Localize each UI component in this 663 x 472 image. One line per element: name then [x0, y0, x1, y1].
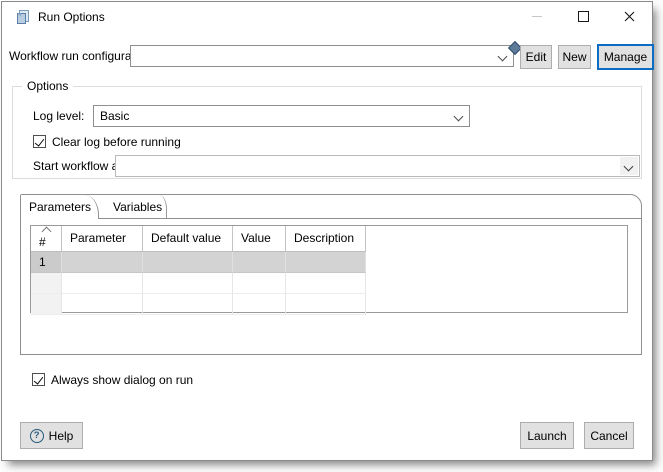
log-level-label: Log level:	[33, 109, 84, 123]
tab-variables[interactable]: Variables	[103, 195, 167, 218]
new-button[interactable]: New	[558, 45, 591, 69]
edit-button[interactable]: Edit	[520, 45, 552, 69]
options-group-legend: Options	[22, 79, 73, 93]
table-row-empty[interactable]	[31, 294, 366, 315]
default-value-cell[interactable]	[143, 252, 233, 273]
check-icon	[33, 374, 42, 384]
window-title: Run Options	[38, 10, 105, 24]
default-value-cell[interactable]	[143, 273, 233, 294]
tab-variables-label: Variables	[113, 200, 162, 214]
default-value-cell[interactable]	[143, 294, 233, 315]
table-header-row: # Parameter Default value Value Descript…	[31, 226, 366, 252]
parameter-cell[interactable]	[62, 273, 143, 294]
parameters-table: # Parameter Default value Value Descript…	[30, 225, 628, 313]
close-icon	[624, 11, 635, 22]
value-cell[interactable]	[233, 273, 286, 294]
log-level-combobox[interactable]: Basic	[93, 105, 470, 127]
row-number-cell: 1	[31, 252, 62, 273]
column-header-parameter[interactable]: Parameter	[62, 226, 143, 251]
start-workflow-at-label: Start workflow at:	[33, 159, 125, 173]
value-cell[interactable]	[233, 294, 286, 315]
chevron-down-icon	[454, 112, 464, 122]
maximize-button[interactable]	[560, 2, 606, 31]
clear-log-checkbox[interactable]	[33, 135, 46, 148]
minimize-button	[514, 2, 560, 31]
edit-button-label: Edit	[526, 50, 547, 64]
launch-button-label: Launch	[527, 429, 566, 443]
start-workflow-at-combobox[interactable]	[115, 155, 640, 177]
tab-row: Parameters Variables	[21, 195, 641, 219]
column-header-number[interactable]: #	[31, 226, 62, 251]
question-glyph: ?	[34, 430, 40, 441]
manage-button-label: Manage	[604, 50, 647, 64]
always-show-dialog-label: Always show dialog on run	[51, 373, 193, 387]
tab-parameters-label: Parameters	[29, 200, 91, 214]
always-show-dialog-checkbox[interactable]	[32, 373, 45, 386]
description-cell[interactable]	[286, 294, 366, 315]
value-cell[interactable]	[233, 252, 286, 273]
chevron-down-icon	[624, 162, 634, 172]
new-button-label: New	[562, 50, 586, 64]
column-header-number-label: #	[39, 235, 46, 249]
row-number-cell	[31, 294, 62, 315]
tab-parameters[interactable]: Parameters	[21, 195, 99, 219]
chevron-down-icon	[498, 52, 508, 62]
launch-button[interactable]: Launch	[520, 422, 574, 449]
close-button[interactable]	[606, 2, 652, 31]
minimize-icon	[532, 16, 542, 17]
manage-button[interactable]: Manage	[597, 44, 654, 70]
check-icon	[34, 136, 43, 146]
column-header-value[interactable]: Value	[233, 226, 286, 251]
help-button[interactable]: ? Help	[20, 422, 83, 449]
maximize-icon	[578, 11, 589, 22]
cancel-button-label: Cancel	[590, 429, 627, 443]
column-header-description[interactable]: Description	[286, 226, 366, 251]
run-options-dialog: Run Options Workflow run configuration E…	[1, 1, 653, 461]
run-configuration-combobox[interactable]	[130, 45, 514, 67]
parameter-cell[interactable]	[62, 294, 143, 315]
title-bar: Run Options	[2, 2, 652, 32]
help-button-label: Help	[49, 429, 74, 443]
log-level-value: Basic	[100, 109, 129, 123]
clear-log-label: Clear log before running	[52, 135, 181, 149]
table-row-empty[interactable]	[31, 273, 366, 294]
run-options-window-icon	[15, 9, 31, 25]
description-cell[interactable]	[286, 273, 366, 294]
window-controls	[514, 2, 652, 31]
cancel-button[interactable]: Cancel	[584, 422, 634, 449]
options-group: Options Log level: Basic Clear log befor…	[12, 86, 642, 179]
row-number-cell	[31, 273, 62, 294]
parameter-cell[interactable]	[62, 252, 143, 273]
column-header-default-value[interactable]: Default value	[143, 226, 233, 251]
table-row-selected[interactable]: 1	[31, 252, 366, 273]
combobox-arrow-button[interactable]	[620, 157, 638, 175]
help-question-icon: ?	[30, 429, 44, 443]
description-cell[interactable]	[286, 252, 366, 273]
